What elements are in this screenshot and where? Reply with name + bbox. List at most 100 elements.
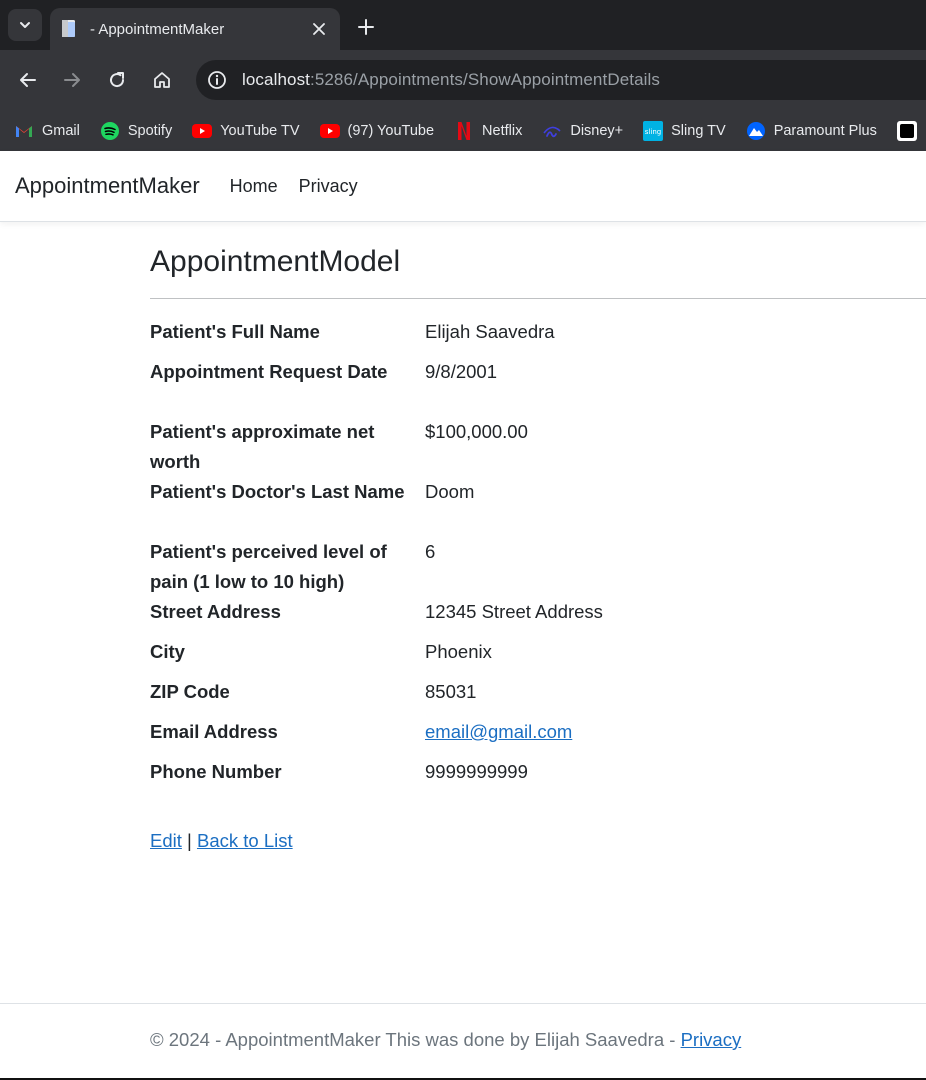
info-icon — [208, 71, 226, 89]
divider — [150, 298, 926, 299]
bookmark-spotify[interactable]: Spotify — [100, 121, 172, 141]
bookmark-youtube[interactable]: (97) YouTube — [319, 121, 435, 141]
sling-icon: sling — [643, 120, 664, 141]
nav-link-home[interactable]: Home — [230, 176, 278, 197]
svg-text:sling: sling — [645, 128, 661, 136]
detail-label: Patient's approximate net worth — [150, 421, 375, 472]
gmail-icon — [14, 121, 34, 141]
detail-row: Patient's perceived level of pain (1 low… — [150, 537, 926, 597]
detail-label: Street Address — [150, 601, 281, 622]
detail-row: Patient's Doctor's Last Name Doom — [150, 477, 926, 537]
back-button[interactable] — [12, 64, 44, 96]
active-tab[interactable]: - AppointmentMaker — [50, 8, 340, 50]
detail-value: 6 — [425, 541, 436, 562]
bookmark-disney[interactable]: Disney+ — [542, 121, 623, 141]
tab-strip: - AppointmentMaker — [0, 0, 926, 50]
bookmark-label: Paramount Plus — [773, 122, 877, 139]
footer-privacy-link[interactable]: Privacy — [681, 1029, 742, 1050]
home-button[interactable] — [146, 64, 178, 96]
url-text: localhost:5286/Appointments/ShowAppointm… — [242, 70, 660, 90]
address-bar[interactable]: localhost:5286/Appointments/ShowAppointm… — [196, 60, 926, 100]
site-navbar: AppointmentMaker Home Privacy — [0, 151, 926, 222]
detail-value: Elijah Saavedra — [425, 321, 555, 342]
detail-row: Phone Number 9999999999 — [150, 757, 926, 797]
detail-label: Patient's Doctor's Last Name — [150, 481, 405, 502]
tab-title: - AppointmentMaker — [90, 20, 225, 38]
reload-icon — [110, 72, 125, 88]
bookmark-label: Sling TV — [671, 122, 726, 139]
bookmark-overflow[interactable] — [896, 120, 925, 141]
email-link[interactable]: email@gmail.com — [425, 721, 572, 742]
new-tab-button[interactable] — [352, 13, 380, 41]
bookmark-youtube-tv[interactable]: YouTube TV — [192, 121, 300, 141]
detail-row: ZIP Code 85031 — [150, 677, 926, 717]
close-icon — [313, 23, 325, 35]
detail-value: 12345 Street Address — [425, 601, 603, 622]
bookmark-label: YouTube TV — [220, 122, 300, 139]
detail-row: Patient's Full Name Elijah Saavedra — [150, 317, 926, 357]
site-footer: © 2024 - AppointmentMaker This was done … — [0, 1003, 926, 1080]
nav-link-privacy[interactable]: Privacy — [299, 176, 358, 197]
page-favicon-icon — [60, 19, 78, 39]
footer-text: © 2024 - AppointmentMaker This was done … — [150, 1029, 741, 1051]
url-host: localhost — [242, 70, 310, 89]
bookmark-partial-icon — [896, 120, 917, 141]
detail-value: email@gmail.com — [425, 717, 926, 757]
bookmark-label: Netflix — [482, 122, 523, 139]
bookmark-label: Disney+ — [570, 122, 624, 139]
bookmark-label: Spotify — [127, 122, 173, 139]
detail-row: Street Address 12345 Street Address — [150, 597, 926, 637]
browser-chrome: - AppointmentMaker localhost:5286/Appoin… — [0, 0, 926, 151]
navbar-brand[interactable]: AppointmentMaker — [15, 173, 200, 199]
browser-toolbar: localhost:5286/Appointments/ShowAppointm… — [0, 50, 926, 110]
bookmark-gmail[interactable]: Gmail — [14, 121, 80, 141]
youtube-icon — [319, 121, 340, 141]
bookmark-netflix[interactable]: Netflix — [454, 121, 522, 141]
detail-label: Patient's Full Name — [150, 321, 320, 342]
chevron-down-icon — [20, 22, 30, 28]
plus-icon — [358, 19, 374, 35]
forward-arrow-icon — [64, 73, 80, 87]
detail-label: Appointment Request Date — [150, 361, 388, 382]
detail-row: City Phoenix — [150, 637, 926, 677]
url-path: :5286/Appointments/ShowAppointmentDetail… — [310, 70, 660, 89]
page-title: AppointmentModel — [150, 245, 401, 278]
appointment-details: Patient's Full Name Elijah Saavedra Appo… — [150, 317, 926, 797]
detail-label: Phone Number — [150, 761, 282, 782]
bookmark-sling[interactable]: sling Sling TV — [643, 120, 726, 141]
edit-link[interactable]: Edit — [150, 830, 182, 851]
action-separator: | — [187, 830, 192, 851]
back-to-list-link[interactable]: Back to List — [197, 830, 293, 851]
bookmark-label: (97) YouTube — [347, 122, 435, 139]
bookmark-paramount[interactable]: Paramount Plus — [746, 121, 877, 141]
home-icon — [154, 72, 170, 88]
main-content: AppointmentModel Patient's Full Name Eli… — [150, 222, 926, 856]
tab-search-button[interactable] — [8, 9, 42, 41]
detail-label: Patient's perceived level of pain (1 low… — [150, 541, 387, 592]
youtube-tv-icon — [192, 121, 213, 141]
reload-button[interactable] — [101, 64, 133, 96]
detail-row: Appointment Request Date 9/8/2001 — [150, 357, 926, 417]
close-tab-button[interactable] — [308, 18, 330, 40]
footer-copyright: © 2024 - AppointmentMaker This was done … — [150, 1029, 681, 1050]
bookmark-label: Gmail — [42, 122, 80, 139]
detail-row: Email Address email@gmail.com — [150, 717, 926, 757]
detail-label: Email Address — [150, 721, 278, 742]
detail-label: ZIP Code — [150, 681, 230, 702]
detail-row: Patient's approximate net worth $100,000… — [150, 417, 926, 477]
detail-actions: Edit | Back to List — [150, 826, 926, 856]
detail-label: City — [150, 641, 185, 662]
paramount-icon — [746, 121, 766, 141]
back-arrow-icon — [20, 73, 36, 87]
detail-value: Phoenix — [425, 641, 492, 662]
forward-button[interactable] — [56, 64, 88, 96]
detail-value: Doom — [425, 481, 475, 502]
bookmarks-bar: Gmail Spotify YouTube TV (97) YouTube Ne… — [0, 110, 926, 151]
detail-value: 9/8/2001 — [425, 361, 498, 382]
netflix-icon — [454, 121, 474, 141]
disney-icon — [542, 121, 562, 141]
detail-value: 9999999999 — [425, 761, 528, 782]
detail-value: 85031 — [425, 681, 477, 702]
site-info-button[interactable] — [206, 69, 228, 91]
detail-value: $100,000.00 — [425, 421, 528, 442]
